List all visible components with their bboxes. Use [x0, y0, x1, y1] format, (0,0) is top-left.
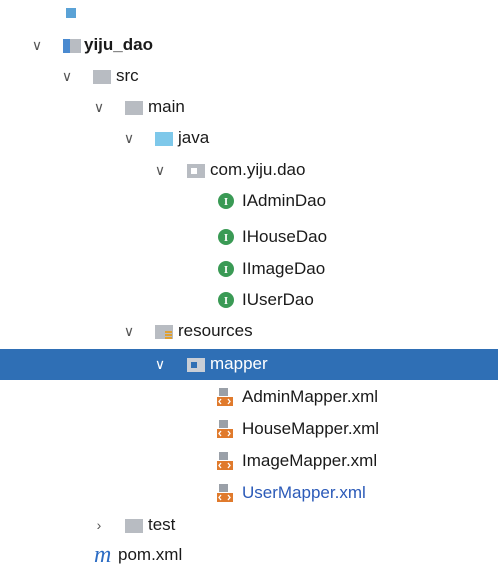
tree-label: IAdminDao [242, 191, 327, 210]
project-tree: ∨ yiju_dao ∨ src ∨ main ∨ java ∨ com.yij… [0, 0, 498, 566]
tree-row-iuserdao[interactable]: I IUserDao [0, 285, 498, 316]
tree-row-src[interactable]: ∨ src [0, 61, 498, 92]
chevron-down-icon[interactable]: ∨ [122, 320, 136, 342]
chevron-down-icon[interactable]: ∨ [153, 159, 167, 181]
xml-file-icon [216, 388, 236, 406]
source-folder-icon [154, 129, 174, 147]
interface-badge: I [224, 264, 228, 276]
maven-icon: m [92, 542, 118, 566]
partial-folder-icon [66, 8, 76, 18]
xml-file-icon [216, 452, 236, 470]
tree-label: com.yiju.dao [210, 160, 306, 179]
folder-icon [124, 98, 144, 116]
tree-row-usermapper-xml[interactable]: UserMapper.xml [0, 478, 498, 509]
tree-row-main[interactable]: ∨ main [0, 92, 498, 123]
interface-icon: I [217, 291, 237, 309]
tree-label: UserMapper.xml [242, 483, 366, 502]
tree-row-imagemapper-xml[interactable]: ImageMapper.xml [0, 446, 498, 477]
tree-row-resources[interactable]: ∨ resources [0, 316, 498, 347]
tree-label: HouseMapper.xml [242, 419, 380, 438]
tree-label: java [178, 128, 210, 147]
interface-icon: I [217, 192, 237, 210]
tree-row-adminmapper-xml[interactable]: AdminMapper.xml [0, 382, 498, 413]
chevron-down-icon[interactable]: ∨ [60, 65, 74, 87]
tree-row-yiju-dao[interactable]: ∨ yiju_dao [0, 30, 498, 61]
tree-label: mapper [210, 354, 268, 373]
module-folder-icon [62, 36, 82, 54]
tree-row-housemapper-xml[interactable]: HouseMapper.xml [0, 414, 498, 445]
interface-icon: I [217, 228, 237, 246]
xml-file-icon [216, 484, 236, 502]
package-icon [186, 355, 206, 373]
package-icon [186, 161, 206, 179]
partial-top-row [66, 0, 146, 20]
tree-row-ihousedao[interactable]: I IHouseDao [0, 222, 498, 253]
tree-label: test [148, 515, 176, 534]
interface-badge: I [224, 295, 228, 307]
tree-label: pom.xml [118, 545, 183, 564]
tree-label: ImageMapper.xml [242, 451, 378, 470]
xml-file-icon [216, 420, 236, 438]
tree-label: src [116, 66, 139, 85]
tree-row-java[interactable]: ∨ java [0, 123, 498, 154]
chevron-down-icon[interactable]: ∨ [153, 353, 167, 375]
tree-label: IImageDao [242, 259, 326, 278]
chevron-down-icon[interactable]: ∨ [92, 96, 106, 118]
tree-row-iadmindao[interactable]: I IAdminDao [0, 186, 498, 217]
tree-label: yiju_dao [84, 35, 153, 54]
tree-label: main [148, 97, 185, 116]
resources-folder-icon [154, 322, 174, 340]
tree-row-test[interactable]: › test [0, 510, 498, 541]
chevron-down-icon[interactable]: ∨ [122, 127, 136, 149]
folder-icon [92, 67, 112, 85]
maven-badge: m [94, 542, 111, 566]
interface-badge: I [224, 196, 228, 208]
tree-row-mapper[interactable]: ∨ mapper [0, 349, 498, 380]
tree-row-package[interactable]: ∨ com.yiju.dao [0, 155, 498, 186]
chevron-right-icon[interactable]: › [92, 514, 106, 536]
interface-icon: I [217, 260, 237, 278]
tree-label: IHouseDao [242, 227, 328, 246]
folder-icon [124, 516, 144, 534]
chevron-down-icon[interactable]: ∨ [30, 34, 44, 56]
tree-row-iimagedao[interactable]: I IImageDao [0, 254, 498, 285]
interface-badge: I [224, 232, 228, 244]
tree-label: AdminMapper.xml [242, 387, 379, 406]
tree-row-pom-xml[interactable]: m pom.xml [0, 540, 498, 566]
tree-label: IUserDao [242, 290, 314, 309]
tree-label: resources [178, 321, 253, 340]
